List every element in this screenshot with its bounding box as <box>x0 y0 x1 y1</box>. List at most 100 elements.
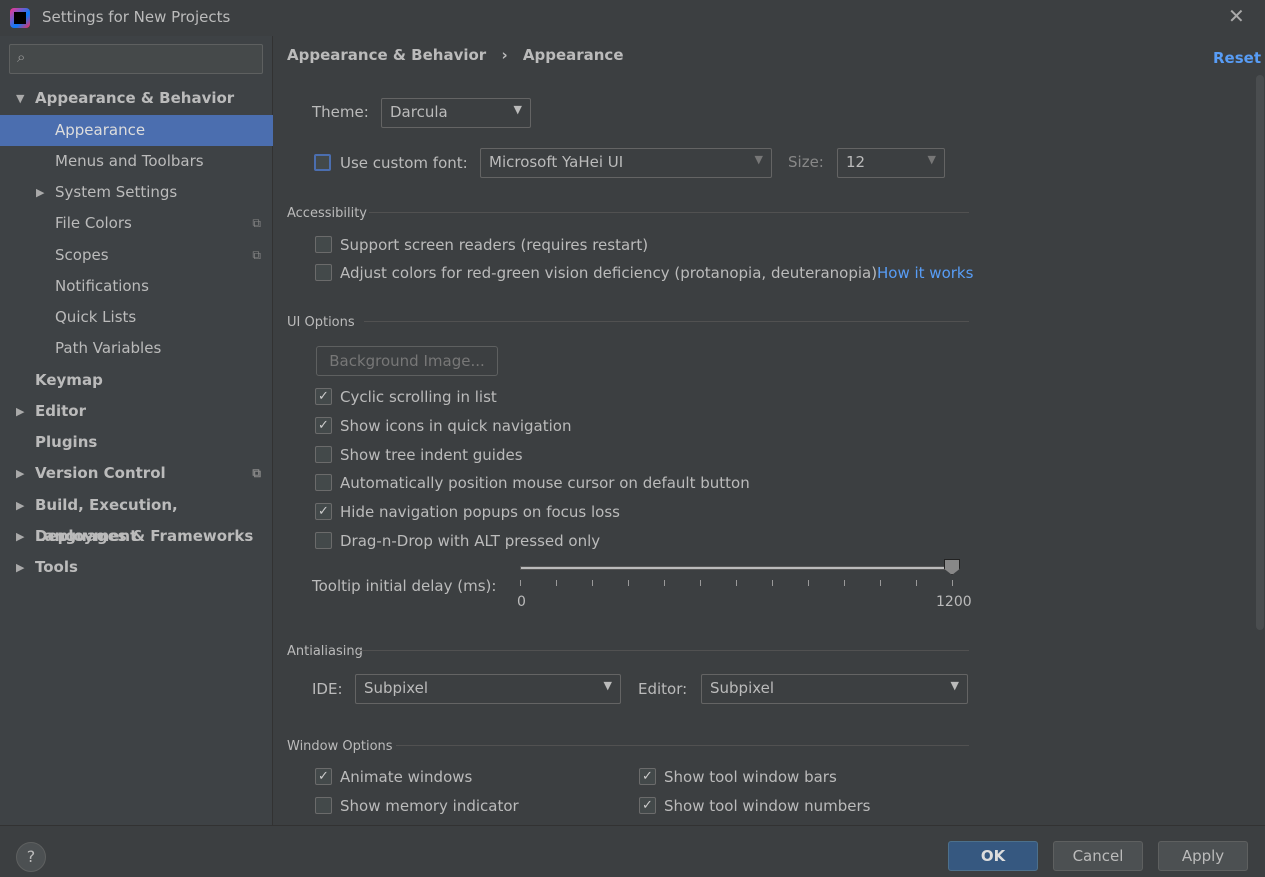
sidebar-item[interactable]: Path Variables <box>0 333 273 364</box>
slider-max-label: 1200 <box>936 594 972 610</box>
slider-tick <box>772 580 773 586</box>
sidebar-item-label: Languages & Frameworks <box>35 527 254 545</box>
slider-track <box>520 566 954 570</box>
cancel-button[interactable]: Cancel <box>1053 841 1143 871</box>
close-icon[interactable]: ✕ <box>1228 4 1245 28</box>
ide-value: Subpixel <box>364 679 429 697</box>
apply-button[interactable]: Apply <box>1158 841 1248 871</box>
screen-readers-checkbox[interactable] <box>315 236 332 253</box>
copy-icon: ⧉ <box>252 466 261 480</box>
slider-tick <box>520 580 521 586</box>
sidebar-item-label: Path Variables <box>55 339 162 357</box>
collapse-arrow-icon[interactable]: ▶ <box>16 396 24 427</box>
ok-button[interactable]: OK <box>948 841 1038 871</box>
editor-label: Editor: <box>638 680 688 698</box>
ui-option-checkbox[interactable] <box>315 474 332 491</box>
sidebar-item[interactable]: ▼ Appearance & Behavior <box>0 83 273 114</box>
sidebar-item[interactable]: Notifications <box>0 271 273 302</box>
reset-link[interactable]: Reset <box>1213 49 1261 67</box>
divider <box>358 650 969 651</box>
scrollbar[interactable] <box>1256 75 1264 630</box>
slider-tick <box>808 580 809 586</box>
editor-antialiasing-select[interactable]: Subpixel ▼ <box>701 674 968 704</box>
tooltip-delay-label: Tooltip initial delay (ms): <box>312 577 497 595</box>
slider-tick <box>628 580 629 586</box>
theme-select[interactable]: Darcula ▼ <box>381 98 531 128</box>
ui-option-checkbox[interactable]: ✓ <box>315 417 332 434</box>
sidebar-item-label: Notifications <box>55 277 149 295</box>
content-panel: Appearance & Behavior › Appearance Reset… <box>274 36 1265 825</box>
sidebar-item-label: Keymap <box>35 371 103 389</box>
theme-value: Darcula <box>390 103 448 121</box>
slider-tick <box>952 580 953 586</box>
ui-option-checkbox[interactable]: ✓ <box>315 503 332 520</box>
breadcrumb-current: Appearance <box>522 46 624 64</box>
breadcrumb-separator: › <box>501 46 508 64</box>
breadcrumb-parent[interactable]: Appearance & Behavior <box>287 46 486 64</box>
sidebar-item[interactable]: ▶ Build, Execution, Deployment <box>0 490 273 545</box>
copy-icon: ⧉ <box>252 216 261 230</box>
font-select[interactable]: Microsoft YaHei UI ▼ <box>480 148 772 178</box>
collapse-arrow-icon[interactable]: ▶ <box>16 458 24 489</box>
ui-option-checkbox[interactable] <box>315 532 332 549</box>
help-button[interactable]: ? <box>16 842 46 872</box>
custom-font-checkbox[interactable] <box>314 154 331 171</box>
theme-label: Theme: <box>312 103 369 121</box>
slider-thumb[interactable] <box>944 559 960 575</box>
sidebar-item[interactable]: Menus and Toolbars <box>0 146 273 177</box>
ui-option-checkbox[interactable] <box>315 446 332 463</box>
sidebar-item[interactable]: Plugins <box>0 427 273 458</box>
sidebar-item[interactable]: ▶ Version Control ⧉ <box>0 458 273 489</box>
how-it-works-link[interactable]: How it works <box>877 264 973 282</box>
divider <box>369 212 969 213</box>
collapse-arrow-icon[interactable]: ▶ <box>16 490 24 521</box>
font-size-select[interactable]: 12 ▼ <box>837 148 945 178</box>
ui-options-section: UI Options <box>287 315 355 330</box>
window-option-checkbox[interactable] <box>315 797 332 814</box>
footer: ? OK Cancel Apply <box>0 825 1265 877</box>
search-input[interactable]: ⌕ <box>9 44 263 74</box>
ui-option-checkbox[interactable]: ✓ <box>315 388 332 405</box>
collapse-arrow-icon[interactable]: ▶ <box>16 552 24 583</box>
window-options-section: Window Options <box>287 739 393 754</box>
tooltip-delay-slider[interactable]: 0 1200 <box>517 556 972 610</box>
sidebar-item-label: Version Control <box>35 464 166 482</box>
sidebar: ⌕ ▼ Appearance & Behavior Appearance Menus … <box>0 36 273 825</box>
sidebar-item[interactable]: Quick Lists <box>0 302 273 333</box>
sidebar-item-label: Menus and Toolbars <box>55 152 204 170</box>
background-image-button[interactable]: Background Image... <box>316 346 498 376</box>
sidebar-item[interactable]: ▶ System Settings <box>0 177 273 208</box>
collapse-arrow-icon[interactable]: ▶ <box>36 177 44 208</box>
font-size-value: 12 <box>846 153 866 171</box>
font-value: Microsoft YaHei UI <box>489 153 624 171</box>
copy-icon: ⧉ <box>252 248 261 262</box>
screen-readers-label: Support screen readers (requires restart… <box>340 236 649 254</box>
sidebar-item[interactable]: ▶ Tools <box>0 552 273 583</box>
window-option-checkbox[interactable]: ✓ <box>639 797 656 814</box>
chevron-down-icon: ▼ <box>927 153 936 166</box>
expand-arrow-icon[interactable]: ▼ <box>16 83 24 114</box>
chevron-down-icon: ▼ <box>513 103 522 116</box>
sidebar-item-label: System Settings <box>55 183 178 201</box>
sidebar-item[interactable]: File Colors ⧉ <box>0 208 273 239</box>
title-bar: Settings for New Projects ✕ <box>0 0 1265 36</box>
chevron-down-icon: ▼ <box>950 679 959 692</box>
window-option-checkbox[interactable]: ✓ <box>639 768 656 785</box>
accessibility-section: Accessibility <box>287 206 367 221</box>
window-title: Settings for New Projects <box>42 8 231 26</box>
sidebar-item-label: Appearance <box>55 121 146 139</box>
size-label: Size: <box>788 153 824 171</box>
sidebar-item[interactable]: ▶ Editor <box>0 396 273 427</box>
ide-antialiasing-select[interactable]: Subpixel ▼ <box>355 674 621 704</box>
window-option-label: Show memory indicator <box>340 797 519 815</box>
color-adjust-checkbox[interactable] <box>315 264 332 281</box>
ui-option-label: Show icons in quick navigation <box>340 417 572 435</box>
intellij-logo-icon <box>10 8 30 28</box>
collapse-arrow-icon[interactable]: ▶ <box>16 521 24 552</box>
slider-tick <box>664 580 665 586</box>
window-option-checkbox[interactable]: ✓ <box>315 768 332 785</box>
sidebar-item[interactable]: Appearance <box>0 115 273 146</box>
sidebar-item[interactable]: Scopes ⧉ <box>0 240 273 271</box>
sidebar-item[interactable]: Keymap <box>0 365 273 396</box>
sidebar-item[interactable]: ▶ Languages & Frameworks <box>0 521 273 552</box>
